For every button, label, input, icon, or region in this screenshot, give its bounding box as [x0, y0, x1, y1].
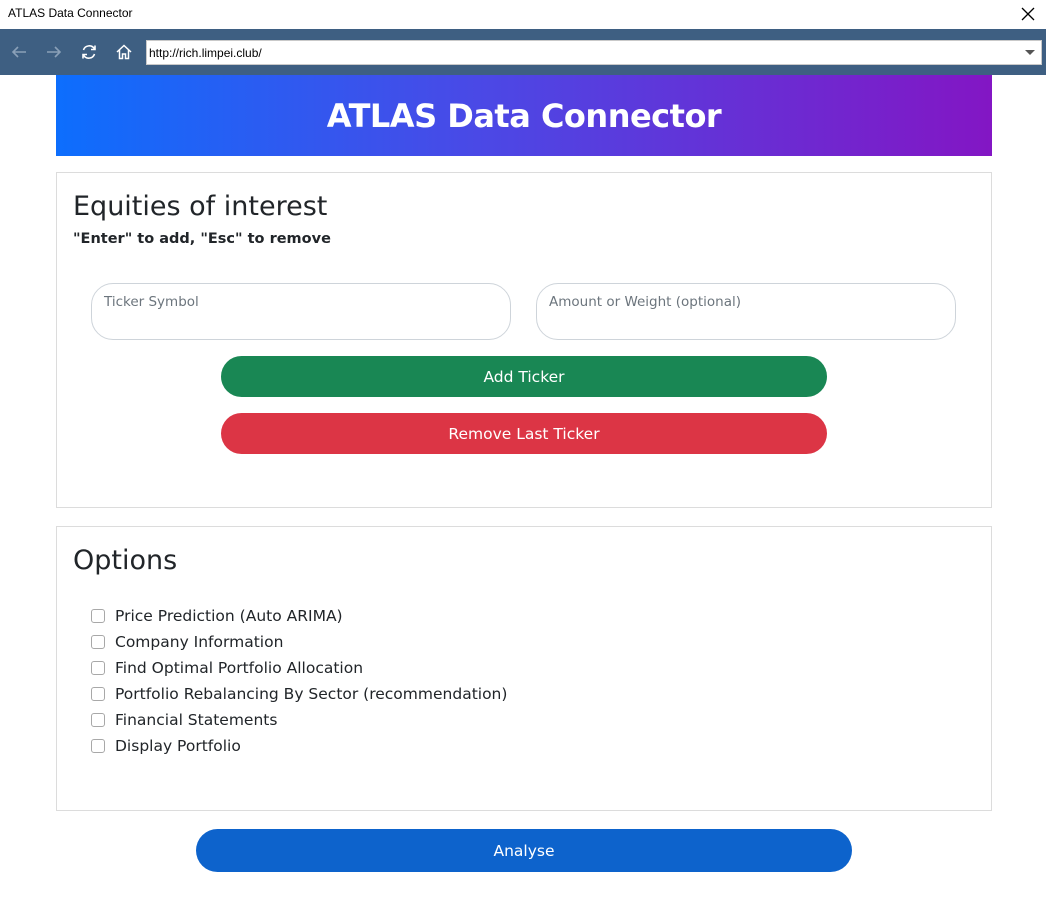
refresh-icon[interactable]: [77, 40, 101, 64]
remove-last-ticker-button[interactable]: Remove Last Ticker: [221, 413, 827, 454]
close-icon[interactable]: [1016, 2, 1040, 26]
page-title: ATLAS Data Connector: [326, 96, 722, 135]
option-label: Financial Statements: [115, 711, 278, 729]
option-portfolio-rebalancing[interactable]: Portfolio Rebalancing By Sector (recomme…: [91, 681, 507, 707]
url-input[interactable]: [149, 42, 1009, 63]
option-display-portfolio[interactable]: Display Portfolio: [91, 733, 507, 759]
option-company-information[interactable]: Company Information: [91, 629, 507, 655]
chevron-down-icon[interactable]: [1025, 50, 1035, 55]
optimal-portfolio-checkbox[interactable]: [91, 661, 105, 675]
home-icon[interactable]: [112, 40, 136, 64]
forward-arrow-icon[interactable]: [42, 40, 66, 64]
ticker-symbol-field[interactable]: Ticker Symbol: [91, 283, 511, 340]
ticker-symbol-placeholder: Ticker Symbol: [104, 294, 199, 310]
option-price-prediction[interactable]: Price Prediction (Auto ARIMA): [91, 603, 507, 629]
options-heading: Options: [73, 545, 178, 576]
portfolio-rebalancing-checkbox[interactable]: [91, 687, 105, 701]
amount-weight-placeholder: Amount or Weight (optional): [549, 294, 742, 310]
option-label: Company Information: [115, 633, 284, 651]
option-financial-statements[interactable]: Financial Statements: [91, 707, 507, 733]
price-prediction-checkbox[interactable]: [91, 609, 105, 623]
amount-weight-input[interactable]: [549, 315, 943, 333]
company-information-checkbox[interactable]: [91, 635, 105, 649]
equities-heading: Equities of interest: [73, 191, 328, 222]
window-title: ATLAS Data Connector: [8, 6, 133, 20]
option-label: Find Optimal Portfolio Allocation: [115, 659, 364, 677]
ticker-symbol-input[interactable]: [104, 315, 498, 333]
window-titlebar: ATLAS Data Connector: [0, 0, 1046, 29]
option-label: Display Portfolio: [115, 737, 241, 755]
back-arrow-icon[interactable]: [7, 40, 31, 64]
option-label: Price Prediction (Auto ARIMA): [115, 607, 343, 625]
add-ticker-button[interactable]: Add Ticker: [221, 356, 827, 397]
equities-card: Equities of interest "Enter" to add, "Es…: [56, 172, 992, 508]
financial-statements-checkbox[interactable]: [91, 713, 105, 727]
analyse-button[interactable]: Analyse: [196, 829, 852, 872]
options-card: Options Price Prediction (Auto ARIMA) Co…: [56, 526, 992, 811]
keyboard-hint: "Enter" to add, "Esc" to remove: [73, 231, 331, 247]
amount-weight-field[interactable]: Amount or Weight (optional): [536, 283, 956, 340]
option-optimal-portfolio[interactable]: Find Optimal Portfolio Allocation: [91, 655, 507, 681]
address-bar[interactable]: [146, 40, 1042, 65]
display-portfolio-checkbox[interactable]: [91, 739, 105, 753]
options-list: Price Prediction (Auto ARIMA) Company In…: [91, 603, 507, 759]
option-label: Portfolio Rebalancing By Sector (recomme…: [115, 685, 508, 703]
page-header: ATLAS Data Connector: [56, 75, 992, 156]
